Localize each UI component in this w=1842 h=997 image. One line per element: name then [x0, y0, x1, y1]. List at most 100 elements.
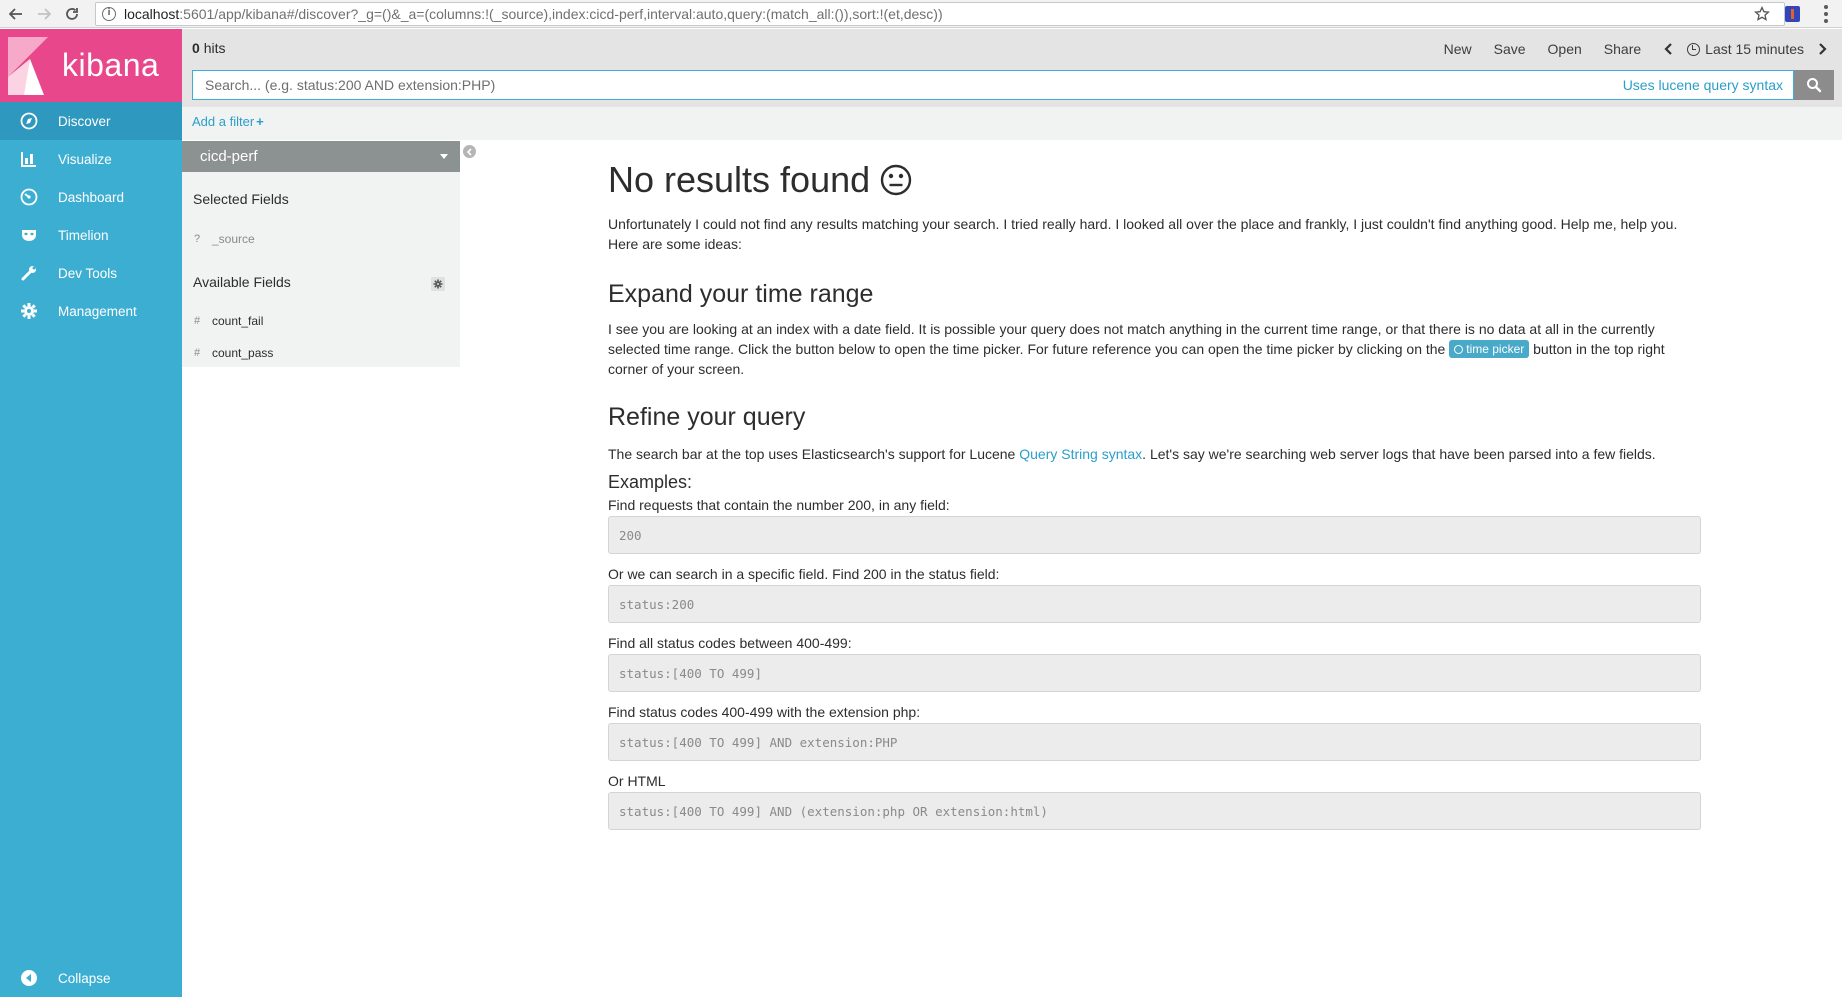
kibana-logo-text: kibana [62, 47, 160, 83]
hits-label: hits [203, 40, 226, 56]
add-filter-link[interactable]: Add a filter + [192, 114, 264, 129]
open-button[interactable]: Open [1548, 41, 1582, 57]
gear-icon [20, 302, 38, 320]
example-label: Or we can search in a specific field. Fi… [608, 566, 1000, 582]
share-button[interactable]: Share [1604, 41, 1641, 57]
clock-icon [1454, 345, 1464, 354]
query-bar: Search... (e.g. status:200 AND extension… [182, 69, 1842, 107]
no-results-title: No results found [608, 159, 871, 200]
nav-management-label: Management [58, 303, 137, 319]
collapse-field-panel-icon[interactable] [463, 145, 476, 158]
refine-query-text: The search bar at the top uses Elasticse… [608, 444, 1702, 464]
bookmark-star-icon[interactable] [1750, 2, 1774, 26]
browser-toolbar: i localhost:5601/app/kibana#/discover?_g… [0, 0, 1842, 28]
selected-fields-title: Selected Fields [193, 191, 289, 207]
time-picker-button[interactable]: Last 15 minutes [1687, 41, 1804, 57]
url-path: :5601/app/kibana#/discover?_g=()&_a=(col… [179, 6, 943, 22]
topbar-menu: New Save Open Share Last 15 minutes [1444, 29, 1842, 69]
field-item[interactable]: # count_fail [194, 314, 263, 328]
nav-dev-tools[interactable]: Dev Tools [0, 254, 182, 292]
neutral-face-icon [880, 164, 912, 196]
new-button[interactable]: New [1444, 41, 1472, 57]
save-button[interactable]: Save [1494, 41, 1526, 57]
url-host: localhost [124, 6, 180, 22]
time-picker-badge[interactable]: time picker [1449, 340, 1530, 358]
example-label: Or HTML [608, 773, 666, 789]
address-bar[interactable]: i localhost:5601/app/kibana#/discover?_g… [95, 2, 1785, 26]
example-label: Find all status codes between 400-499: [608, 635, 852, 651]
extension-icon[interactable] [1785, 6, 1800, 22]
reload-icon[interactable] [60, 2, 84, 26]
example-code[interactable]: status:[400 TO 499] [608, 654, 1701, 692]
field-name: _source [212, 232, 255, 246]
examples-list: Find requests that contain the number 20… [608, 493, 1702, 853]
plus-icon: + [256, 114, 264, 129]
filter-bar: Add a filter + [182, 107, 1842, 140]
nav-visualize-label: Visualize [58, 151, 112, 167]
gauge-icon [20, 188, 38, 206]
page-title: No results found [608, 158, 1702, 202]
query-string-syntax-link[interactable]: Query String syntax [1019, 446, 1142, 462]
wrench-icon [20, 264, 38, 282]
field-list-panel: cicd-perf Selected Fields ? _source Avai… [182, 141, 460, 367]
compass-icon [20, 112, 38, 130]
kibana-sidebar: kibana Discover Visualize Dashboard Time… [0, 29, 182, 997]
search-input[interactable]: Search... (e.g. status:200 AND extension… [192, 70, 1794, 100]
example-code[interactable]: status:200 [608, 585, 1701, 623]
back-icon[interactable] [4, 2, 28, 26]
field-item[interactable]: # count_pass [194, 346, 273, 360]
field-item[interactable]: ? _source [194, 232, 255, 246]
example-label: Find requests that contain the number 20… [608, 497, 950, 513]
field-type-icon: ? [194, 233, 201, 245]
nav-timelion-label: Timelion [58, 227, 109, 243]
hits-counter: 0 hits [192, 40, 225, 56]
timelion-mask-icon [20, 226, 38, 244]
clock-icon [1687, 42, 1701, 56]
discover-topbar: 0 hits New Save Open Share Last 15 minut… [182, 29, 1842, 69]
nav-dashboard[interactable]: Dashboard [0, 178, 182, 216]
forward-icon[interactable] [32, 2, 56, 26]
collapse-label: Collapse [58, 970, 111, 986]
time-picker-badge-label: time picker [1466, 342, 1525, 356]
field-type-icon: # [194, 347, 201, 359]
time-back-chevron-icon[interactable] [1663, 42, 1673, 56]
nav-discover[interactable]: Discover [0, 102, 182, 140]
available-fields-title: Available Fields [193, 274, 291, 290]
kibana-logo[interactable]: kibana [0, 29, 182, 102]
collapse-sidebar-button[interactable]: Collapse [0, 959, 182, 997]
kibana-logo-mark [8, 36, 48, 95]
browser-menu-icon[interactable] [1815, 3, 1837, 25]
nav-visualize[interactable]: Visualize [0, 140, 182, 178]
field-name: count_fail [212, 314, 264, 328]
examples-heading: Examples: [608, 472, 693, 492]
no-results-panel: No results found Unfortunately I could n… [608, 158, 1702, 853]
field-settings-gear-icon[interactable] [431, 277, 445, 291]
field-type-icon: # [194, 315, 201, 327]
nav-timelion[interactable]: Timelion [0, 216, 182, 254]
refine-query-heading: Refine your query [608, 403, 806, 431]
nav-discover-label: Discover [58, 113, 111, 129]
refine-text-part-1: The search bar at the top uses Elasticse… [608, 446, 1016, 462]
hits-count: 0 [192, 40, 200, 56]
index-pattern-label: cicd-perf [200, 148, 258, 165]
refine-text-part-2: . Let's say we're searching web server l… [1142, 446, 1656, 462]
field-name: count_pass [212, 346, 274, 360]
example-code[interactable]: status:[400 TO 499] AND extension:PHP [608, 723, 1701, 761]
intro-text: Unfortunately I could not find any resul… [608, 216, 1678, 252]
example-code[interactable]: status:[400 TO 499] AND (extension:php O… [608, 792, 1701, 830]
nav-management[interactable]: Management [0, 292, 182, 330]
caret-down-icon [440, 154, 448, 159]
search-button[interactable] [1794, 70, 1834, 100]
example-code[interactable]: 200 [608, 516, 1701, 554]
example-label: Find status codes 400-499 with the exten… [608, 704, 921, 720]
nav-dashboard-label: Dashboard [58, 189, 125, 205]
time-forward-chevron-icon[interactable] [1818, 42, 1828, 56]
index-pattern-selector[interactable]: cicd-perf [182, 141, 460, 172]
lucene-syntax-link[interactable]: Uses lucene query syntax [1623, 77, 1783, 93]
time-range-label: Last 15 minutes [1705, 41, 1804, 57]
info-icon[interactable]: i [102, 7, 116, 21]
collapse-arrow-icon [20, 969, 38, 987]
search-icon [1807, 78, 1822, 93]
search-placeholder: Search... (e.g. status:200 AND extension… [205, 77, 496, 93]
nav-dev-tools-label: Dev Tools [58, 265, 118, 281]
